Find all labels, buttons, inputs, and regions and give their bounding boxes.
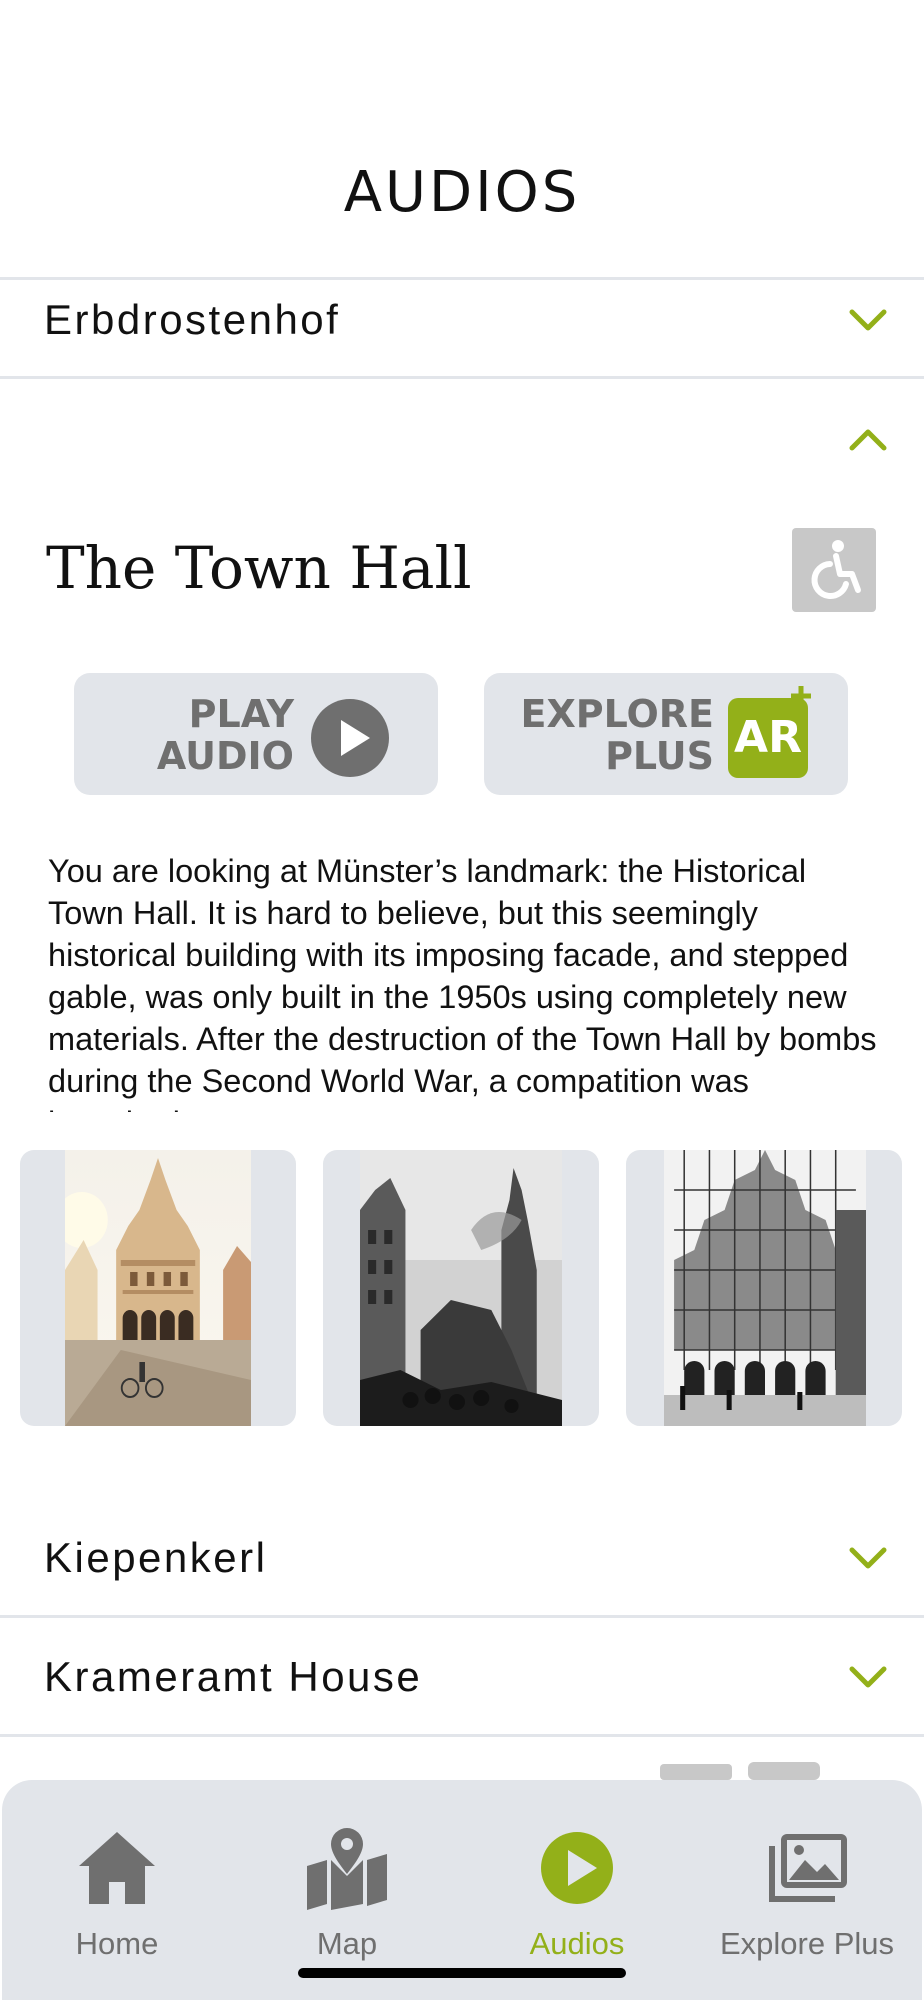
town-hall-ruins-photo-icon: [360, 1150, 562, 1426]
tab-map[interactable]: Map: [232, 1780, 462, 2000]
gallery-thumbnail[interactable]: [323, 1150, 599, 1426]
tab-label: Audios: [529, 1926, 625, 1961]
divider: [0, 376, 924, 379]
section-title: The Town Hall: [46, 534, 472, 602]
accordion-item-label: Erbdrostenhof: [44, 296, 341, 343]
next-item-icons-peek: [660, 1762, 820, 1780]
town-hall-scaffolding-photo-icon: [664, 1150, 866, 1426]
wheelchair-icon[interactable]: [792, 528, 876, 612]
play-audio-label: PLAY AUDIO: [156, 692, 294, 778]
tab-label: Home: [75, 1926, 159, 1961]
chevron-down-icon: [846, 1536, 890, 1580]
play-audio-button[interactable]: PLAY AUDIO: [74, 673, 438, 795]
description-text: You are looking at Münster’s landmark: t…: [48, 853, 877, 1112]
gallery-thumbnail[interactable]: [20, 1150, 296, 1426]
home-indicator: [298, 1968, 626, 1978]
tab-label: Explore Plus: [719, 1926, 895, 1961]
explore-plus-label: EXPLORE PLUS: [520, 692, 715, 778]
accordion-item-erbdrostenhof[interactable]: Erbdrostenhof: [0, 262, 924, 378]
chevron-down-icon: [846, 1655, 890, 1699]
accordion-item-kiepenkerl[interactable]: Kiepenkerl: [0, 1500, 924, 1616]
tab-label: Map: [316, 1926, 378, 1961]
accordion-item-krameramt-house[interactable]: Krameramt House: [0, 1619, 924, 1735]
divider: [0, 1615, 924, 1618]
tab-bar: Home Map Audios Explore Plus: [2, 1780, 922, 2000]
plus-icon: [791, 686, 811, 706]
explore-plus-button[interactable]: EXPLORE PLUS AR: [484, 673, 848, 795]
images-icon: [765, 1826, 849, 1910]
accordion-item-label: Krameramt House: [44, 1653, 423, 1700]
tab-audios[interactable]: Audios: [462, 1780, 692, 2000]
play-icon: [535, 1826, 619, 1910]
tab-home[interactable]: Home: [2, 1780, 232, 2000]
map-icon: [305, 1826, 389, 1910]
tab-explore-plus[interactable]: Explore Plus: [692, 1780, 922, 2000]
gallery-thumbnail[interactable]: [626, 1150, 902, 1426]
chevron-down-icon: [846, 298, 890, 342]
ar-badge-icon: AR: [728, 698, 808, 778]
town-hall-photo-icon: [65, 1150, 251, 1426]
play-circle-icon: [311, 699, 389, 777]
home-icon: [75, 1826, 159, 1910]
chevron-up-icon[interactable]: [846, 418, 890, 462]
accordion-item-label: Kiepenkerl: [44, 1534, 268, 1581]
page-title: AUDIOS: [343, 160, 581, 225]
divider: [0, 1734, 924, 1737]
